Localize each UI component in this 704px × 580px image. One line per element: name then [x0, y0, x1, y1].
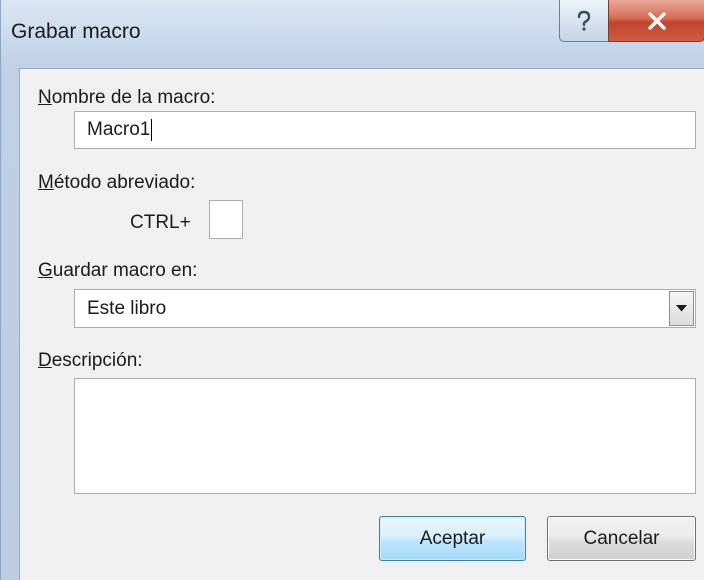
- store-macro-dropdown[interactable]: Este libro: [74, 289, 696, 328]
- description-textarea[interactable]: [74, 378, 696, 494]
- text-caret: [151, 119, 153, 141]
- cancel-button[interactable]: Cancelar: [547, 516, 696, 561]
- dropdown-button[interactable]: [669, 291, 694, 326]
- ok-button[interactable]: Aceptar: [379, 516, 526, 561]
- macro-name-label: Nombre de la macro:: [38, 87, 216, 108]
- shortcut-key-input[interactable]: [209, 200, 243, 239]
- chevron-down-icon: [676, 305, 687, 312]
- ctrl-prefix-label: CTRL+: [130, 212, 191, 233]
- macro-name-value: Macro1: [87, 119, 151, 140]
- dialog-body: Nombre de la macro: Macro1 Método abrevi…: [19, 68, 704, 580]
- dialog-title: Grabar macro: [11, 20, 141, 43]
- store-macro-selected: Este libro: [87, 297, 167, 319]
- question-mark-icon: [577, 10, 591, 31]
- close-x-icon: [647, 11, 666, 30]
- close-button[interactable]: [608, 0, 704, 42]
- title-bar[interactable]: Grabar macro: [1, 0, 704, 68]
- record-macro-dialog: Grabar macro Nombre de la macro: Macro1 …: [0, 0, 704, 580]
- store-macro-label: Guardar macro en:: [38, 260, 198, 281]
- help-button[interactable]: [559, 0, 609, 42]
- macro-name-input[interactable]: Macro1: [74, 111, 696, 149]
- description-label: Descripción:: [38, 350, 143, 371]
- shortcut-label: Método abreviado:: [38, 172, 196, 193]
